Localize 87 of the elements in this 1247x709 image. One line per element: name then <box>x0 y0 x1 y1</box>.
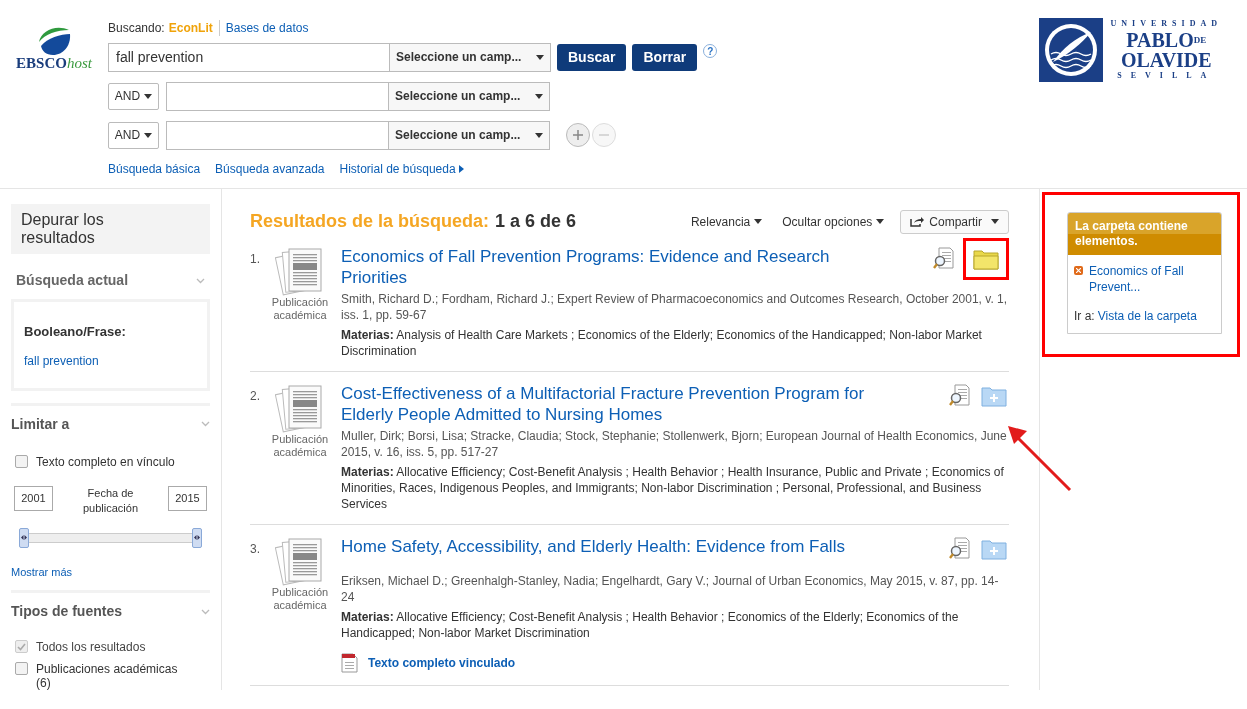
search-nav-link[interactable]: Historial de búsqueda <box>339 160 465 178</box>
caret-icon <box>535 93 543 99</box>
chevron-icon[interactable] <box>201 421 210 427</box>
checkbox-label[interactable]: Texto completo en vínculo <box>36 452 175 471</box>
caret-icon <box>991 219 999 224</box>
result-title-link[interactable]: Cost-Effectiveness of a Multifactorial Fracture Prevention Program for Elderly People Admitted to Nursing Homes <box>341 383 881 425</box>
search-nav-link[interactable]: Búsqueda avanzada <box>215 160 325 178</box>
database-name: EconLit <box>168 20 213 36</box>
publication-type: Publicación académica <box>270 296 330 322</box>
preview-magnifier-icon[interactable] <box>933 247 955 269</box>
goto-label: Ir a: <box>1074 308 1095 325</box>
result-subjects: Materias: Allocative Efficiency; Cost-Benefit Analysis ; Health Behavior ; Economics of the Elderly; Economics of the Handicapped; Non-labor Market Discrimination <box>341 609 960 641</box>
share-icon <box>910 216 925 227</box>
section-heading: Tipos de fuentes <box>11 602 122 621</box>
document-stack-icon <box>275 383 325 433</box>
ebsco-logo-text: EBSCOhost <box>16 56 92 71</box>
checkbox-label[interactable]: Publicaciones académicas (6) <box>36 662 181 690</box>
search-button[interactable]: Borrar <box>632 43 698 71</box>
publication-type: Publicación académica <box>270 433 330 459</box>
preview-magnifier-icon[interactable] <box>949 384 971 406</box>
pdf-document-icon <box>341 653 358 673</box>
publication-type: Publicación académica <box>270 586 330 612</box>
folder-panel-title: La carpeta contiene elementos. <box>1068 213 1221 255</box>
field-select[interactable]: Seleccione un camp... <box>390 42 551 72</box>
document-stack-icon <box>275 246 325 296</box>
caret-icon <box>144 93 153 99</box>
show-more-link[interactable]: Mostrar más <box>11 563 210 580</box>
operator-dropdown[interactable]: AND <box>108 82 159 110</box>
arrow-icon <box>458 165 465 173</box>
slider-handle[interactable] <box>192 527 202 548</box>
query-label: Booleano/Frase: <box>24 323 127 341</box>
caret-icon <box>536 54 544 60</box>
searching-label: Buscando: <box>108 20 165 36</box>
chevron-icon[interactable] <box>196 277 205 284</box>
result-number: 1. <box>250 251 260 268</box>
preview-magnifier-icon[interactable] <box>949 537 971 559</box>
caret-icon <box>754 219 763 224</box>
annotation-arrow <box>1006 424 1072 492</box>
sort-dropdown[interactable]: Relevancia <box>690 212 763 231</box>
add-to-folder-icon[interactable] <box>981 538 1007 560</box>
result-title-link[interactable]: Economics of Fall Prevention Programs: Evidence and Research Priorities <box>341 246 881 288</box>
chevron-icon[interactable] <box>201 608 210 615</box>
checkbox[interactable] <box>15 662 28 675</box>
result-number: 2. <box>250 388 260 405</box>
options-dropdown[interactable]: Ocultar opciones <box>782 212 885 231</box>
results-heading: Resultados de la búsqueda: <box>250 210 490 233</box>
databases-link[interactable]: Bases de datos <box>225 20 309 36</box>
result-subjects: Materias: Analysis of Health Care Markets ; Economics of the Elderly; Economics of the Handicapped; Non-labor Market Discrimination <box>341 327 983 359</box>
section-heading: Limitar a <box>11 414 70 434</box>
add-row-icon[interactable] <box>566 123 590 147</box>
section-heading: Búsqueda actual <box>16 271 129 290</box>
field-select[interactable]: Seleccione un camp... <box>389 120 550 150</box>
result-citation: Muller, Dirk; Borsi, Lisa; Stracke, Claudia; Stock, Stephanie; Stollenwerk, Bjorn; European Journal of Health Economics, June 2015, v. 16, iss. 5, pp. 517-27 <box>341 428 1008 460</box>
results-count: 1 a 6 de 6 <box>495 210 577 233</box>
university-logo: UNIVERSIDAD PABLO$^{DE}$ OLAVIDE SEVILLA <box>1110 18 1222 82</box>
operator-dropdown[interactable]: AND <box>108 121 159 149</box>
field-select[interactable]: Seleccione un camp... <box>389 81 550 111</box>
caret-icon <box>876 219 885 224</box>
year-from-field[interactable]: 2001 <box>14 485 53 511</box>
remove-row-icon[interactable] <box>592 123 616 147</box>
folder-item-link[interactable]: Economics of Fall Prevent... <box>1089 263 1199 295</box>
share-button[interactable]: Compartir <box>900 209 1009 234</box>
result-subjects: Materias: Allocative Efficiency; Cost-Benefit Analysis ; Health Behavior ; Health Insurance, Public and Private ; Economics of Minorities, Races, Indigenous Peoples, and Immigrants; Non-labor Discrimination ; Personal, Professional, and Business Services <box>341 464 1005 512</box>
document-stack-icon <box>275 536 325 586</box>
search-nav-link[interactable]: Búsqueda básica <box>108 160 201 178</box>
result-number: 3. <box>250 541 260 558</box>
caret-icon <box>144 132 153 138</box>
result-citation: Eriksen, Michael D.; Greenhalgh-Stanley, Nadia; Engelhardt, Gary V.; Journal of Urban Economics, May 2015, v. 87, pp. 14-24 <box>341 573 1000 605</box>
checkbox[interactable] <box>15 455 28 468</box>
add-to-folder-icon[interactable] <box>981 385 1007 407</box>
folder-icon[interactable] <box>973 248 999 270</box>
full-text-link[interactable]: Texto completo vinculado <box>368 654 516 672</box>
university-emblem-icon <box>1038 18 1103 82</box>
result-citation: Smith, Richard D.; Fordham, Richard J.; Expert Review of Pharmacoeconomics and Outcomes Research, October 2001, v. 1, iss. 1, pp. 59-67 <box>341 291 1009 323</box>
year-to-field[interactable]: 2015 <box>168 485 207 511</box>
search-field[interactable] <box>166 81 389 111</box>
search-field[interactable] <box>166 120 389 150</box>
folder-view-link[interactable]: Vista de la carpeta <box>1097 307 1197 325</box>
remove-icon[interactable] <box>1074 266 1083 275</box>
search-button[interactable]: Buscar <box>557 43 627 71</box>
caret-icon <box>535 132 543 138</box>
date-range-label: Fecha de publicación <box>81 485 139 516</box>
result-title-link[interactable]: Home Safety, Accessibility, and Elderly Health: Evidence from Falls <box>341 536 881 557</box>
slider-handle[interactable] <box>19 527 29 548</box>
query-term-link[interactable]: fall prevention <box>24 351 197 370</box>
refine-results-heading: Depurar los resultados <box>11 204 210 254</box>
search-field[interactable]: fall prevention <box>108 42 390 72</box>
